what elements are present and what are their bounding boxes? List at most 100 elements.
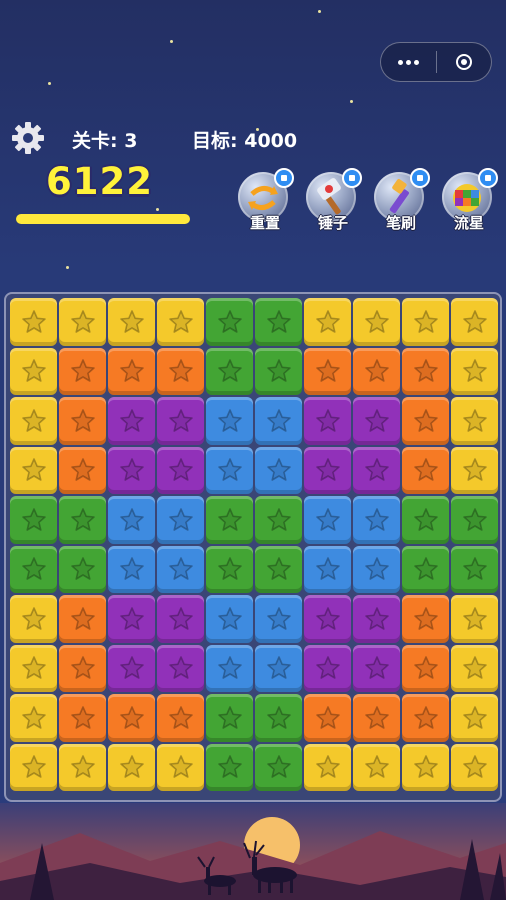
star-block-purple[interactable] bbox=[353, 397, 400, 445]
more-menu-button[interactable] bbox=[381, 43, 436, 81]
star-block-yellow[interactable] bbox=[108, 298, 155, 346]
star-block-yellow[interactable] bbox=[451, 644, 498, 692]
star-block-orange[interactable] bbox=[59, 446, 106, 494]
star-block-green[interactable] bbox=[255, 694, 302, 742]
star-block-purple[interactable] bbox=[353, 595, 400, 643]
star-block-green[interactable] bbox=[255, 496, 302, 544]
star-block-blue[interactable] bbox=[255, 644, 302, 692]
star-block-orange[interactable] bbox=[402, 595, 449, 643]
star-block-purple[interactable] bbox=[304, 397, 351, 445]
star-block-yellow[interactable] bbox=[157, 743, 204, 791]
star-block-green[interactable] bbox=[206, 694, 253, 742]
star-block-purple[interactable] bbox=[108, 595, 155, 643]
star-block-green[interactable] bbox=[255, 545, 302, 593]
star-block-green[interactable] bbox=[402, 545, 449, 593]
star-block-green[interactable] bbox=[206, 496, 253, 544]
star-block-yellow[interactable] bbox=[59, 298, 106, 346]
star-block-orange[interactable] bbox=[353, 694, 400, 742]
star-block-orange[interactable] bbox=[108, 694, 155, 742]
star-block-purple[interactable] bbox=[157, 446, 204, 494]
star-block-orange[interactable] bbox=[59, 397, 106, 445]
star-block-green[interactable] bbox=[402, 496, 449, 544]
star-block-purple[interactable] bbox=[108, 644, 155, 692]
star-block-yellow[interactable] bbox=[402, 743, 449, 791]
star-block-orange[interactable] bbox=[157, 347, 204, 395]
star-block-yellow[interactable] bbox=[451, 397, 498, 445]
star-block-yellow[interactable] bbox=[402, 298, 449, 346]
star-block-purple[interactable] bbox=[157, 595, 204, 643]
gear-icon[interactable] bbox=[10, 120, 46, 156]
star-block-yellow[interactable] bbox=[10, 298, 57, 346]
star-block-green[interactable] bbox=[255, 347, 302, 395]
star-block-orange[interactable] bbox=[59, 595, 106, 643]
star-block-green[interactable] bbox=[10, 496, 57, 544]
star-block-orange[interactable] bbox=[157, 694, 204, 742]
star-block-yellow[interactable] bbox=[451, 595, 498, 643]
tool-meteor-button[interactable]: 流星 bbox=[440, 168, 498, 236]
star-block-yellow[interactable] bbox=[304, 743, 351, 791]
tool-reset-button[interactable]: 重置 bbox=[236, 168, 294, 236]
star-block-blue[interactable] bbox=[304, 545, 351, 593]
star-block-green[interactable] bbox=[451, 545, 498, 593]
star-block-orange[interactable] bbox=[304, 694, 351, 742]
star-block-blue[interactable] bbox=[206, 644, 253, 692]
star-block-blue[interactable] bbox=[206, 397, 253, 445]
star-block-blue[interactable] bbox=[353, 496, 400, 544]
star-block-yellow[interactable] bbox=[10, 743, 57, 791]
star-block-green[interactable] bbox=[206, 545, 253, 593]
star-block-blue[interactable] bbox=[108, 496, 155, 544]
close-miniprogram-button[interactable] bbox=[437, 43, 492, 81]
star-block-green[interactable] bbox=[59, 496, 106, 544]
star-block-yellow[interactable] bbox=[451, 347, 498, 395]
star-block-blue[interactable] bbox=[255, 446, 302, 494]
star-block-purple[interactable] bbox=[108, 446, 155, 494]
star-block-orange[interactable] bbox=[402, 446, 449, 494]
star-block-yellow[interactable] bbox=[10, 694, 57, 742]
star-block-purple[interactable] bbox=[304, 595, 351, 643]
star-block-blue[interactable] bbox=[353, 545, 400, 593]
star-block-blue[interactable] bbox=[157, 496, 204, 544]
star-block-blue[interactable] bbox=[255, 397, 302, 445]
star-block-green[interactable] bbox=[10, 545, 57, 593]
star-block-green[interactable] bbox=[206, 743, 253, 791]
star-block-yellow[interactable] bbox=[10, 347, 57, 395]
star-block-green[interactable] bbox=[255, 743, 302, 791]
star-block-green[interactable] bbox=[206, 347, 253, 395]
star-block-yellow[interactable] bbox=[353, 298, 400, 346]
star-block-yellow[interactable] bbox=[108, 743, 155, 791]
star-block-green[interactable] bbox=[255, 298, 302, 346]
star-block-orange[interactable] bbox=[402, 644, 449, 692]
star-block-green[interactable] bbox=[206, 298, 253, 346]
star-block-green[interactable] bbox=[59, 545, 106, 593]
star-block-yellow[interactable] bbox=[353, 743, 400, 791]
star-block-yellow[interactable] bbox=[10, 446, 57, 494]
star-block-orange[interactable] bbox=[108, 347, 155, 395]
star-block-yellow[interactable] bbox=[10, 397, 57, 445]
star-block-yellow[interactable] bbox=[451, 694, 498, 742]
tool-hammer-button[interactable]: 锤子 bbox=[304, 168, 362, 236]
star-block-orange[interactable] bbox=[402, 397, 449, 445]
star-block-purple[interactable] bbox=[304, 644, 351, 692]
star-block-yellow[interactable] bbox=[10, 644, 57, 692]
star-block-orange[interactable] bbox=[304, 347, 351, 395]
star-block-green[interactable] bbox=[451, 496, 498, 544]
star-block-purple[interactable] bbox=[353, 446, 400, 494]
star-block-yellow[interactable] bbox=[157, 298, 204, 346]
star-block-yellow[interactable] bbox=[304, 298, 351, 346]
star-block-purple[interactable] bbox=[157, 397, 204, 445]
star-block-yellow[interactable] bbox=[451, 743, 498, 791]
star-block-blue[interactable] bbox=[206, 595, 253, 643]
star-block-orange[interactable] bbox=[59, 347, 106, 395]
star-block-yellow[interactable] bbox=[451, 298, 498, 346]
star-block-orange[interactable] bbox=[353, 347, 400, 395]
star-block-orange[interactable] bbox=[59, 644, 106, 692]
star-block-yellow[interactable] bbox=[10, 595, 57, 643]
star-block-orange[interactable] bbox=[402, 694, 449, 742]
star-block-yellow[interactable] bbox=[451, 446, 498, 494]
star-block-purple[interactable] bbox=[353, 644, 400, 692]
tool-brush-button[interactable]: 笔刷 bbox=[372, 168, 430, 236]
star-block-purple[interactable] bbox=[304, 446, 351, 494]
star-block-blue[interactable] bbox=[157, 545, 204, 593]
star-block-purple[interactable] bbox=[108, 397, 155, 445]
star-block-blue[interactable] bbox=[108, 545, 155, 593]
